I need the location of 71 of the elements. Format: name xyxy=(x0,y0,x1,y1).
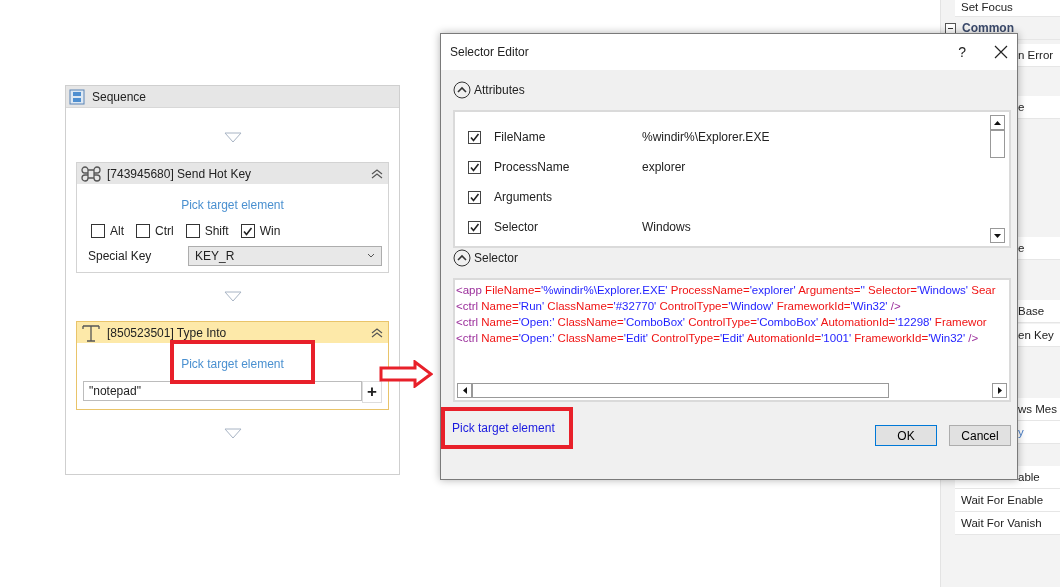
sequence-icon xyxy=(69,88,85,105)
activity-item[interactable]: able xyxy=(1018,471,1040,483)
drop-arrow-icon xyxy=(223,291,242,302)
text-cursor-icon xyxy=(81,323,101,342)
checkbox-label: Shift xyxy=(204,224,229,238)
checkbox[interactable] xyxy=(185,224,200,238)
activity-item[interactable]: y xyxy=(1018,426,1024,438)
command-key-icon xyxy=(81,164,101,183)
selector-line: <app FileName='%windir%\Explorer.EXE' ProcessName='explorer' Arguments='' Selector='Windows' Sear xyxy=(456,283,997,298)
dialog-title: Selector Editor xyxy=(450,45,530,59)
activity-item[interactable]: ws Mes xyxy=(1018,403,1057,415)
section-title: Selector xyxy=(474,251,519,265)
checkbox-label: Alt xyxy=(110,224,124,238)
close-icon xyxy=(994,45,1008,59)
selector-line: <ctrl Name='Open:' ClassName='ComboBox' ControlType='ComboBox' AutomationId='12298' Framewor xyxy=(456,315,988,330)
help-button[interactable]: ? xyxy=(958,44,966,60)
scrollbar[interactable] xyxy=(455,383,1009,400)
pick-target-link[interactable]: Pick target element xyxy=(181,357,284,371)
checkbox[interactable] xyxy=(468,160,481,174)
checkbox-label: Win xyxy=(259,224,281,238)
drop-arrow-icon xyxy=(223,428,242,439)
pick-target-link[interactable]: Pick target element xyxy=(181,198,284,212)
ok-button[interactable]: OK xyxy=(875,425,937,446)
scroll-left-icon xyxy=(457,383,472,398)
chevron-down-icon xyxy=(367,253,375,259)
activity-card[interactable]: [743945680] Send Hot Key Pick target element Alt Ctrl Shift Win Special Key KEY_R xyxy=(76,162,389,273)
activity-item[interactable]: Base xyxy=(1018,305,1045,317)
activity-title: [743945680] Send Hot Key xyxy=(107,166,253,181)
activity-item[interactable]: n Error xyxy=(1018,49,1054,61)
selector-line: <ctrl Name='Run' ClassName='#32770' ControlType='Window' FrameworkId='Win32' /> xyxy=(456,299,902,314)
activity-title: [850523501] Type Into xyxy=(107,325,228,340)
cancel-button[interactable]: Cancel xyxy=(949,425,1011,446)
scroll-right-icon xyxy=(992,383,1007,398)
scroll-thumb[interactable] xyxy=(472,383,889,398)
add-button[interactable]: + xyxy=(362,381,382,403)
category-label: Common xyxy=(962,20,1014,37)
field-label: Special Key xyxy=(87,249,153,263)
collapse-icon[interactable] xyxy=(453,249,471,267)
checkbox[interactable] xyxy=(240,224,255,238)
section-title: Attributes xyxy=(474,83,525,97)
collapse-icon[interactable] xyxy=(945,22,956,34)
scroll-thumb[interactable] xyxy=(990,130,1005,158)
attribute-value: Windows xyxy=(642,220,691,234)
activity-item[interactable]: en Key xyxy=(1018,329,1054,341)
text-field[interactable]: "notepad" xyxy=(83,381,362,401)
attribute-name: Arguments xyxy=(493,190,554,204)
scroll-up-icon xyxy=(990,115,1005,130)
checkbox[interactable] xyxy=(468,130,481,144)
checkbox[interactable] xyxy=(136,224,150,238)
collapse-icon[interactable] xyxy=(453,81,471,99)
activity-card[interactable]: [850523501] Type Into Pick target element "notepad" + xyxy=(76,321,389,410)
checkbox[interactable] xyxy=(468,190,481,204)
collapse-icon xyxy=(370,167,384,180)
sequence-title: Sequence xyxy=(92,89,147,104)
attribute-value: %windir%\Explorer.EXE xyxy=(642,130,770,144)
activity-item[interactable]: e xyxy=(1018,101,1025,113)
selector-line: <ctrl Name='Open:' ClassName='Edit' ControlType='Edit' AutomationId='1001' FrameworkId='Win32' /> xyxy=(456,331,980,346)
checkbox[interactable] xyxy=(91,224,105,238)
drop-arrow-icon xyxy=(223,132,242,143)
attribute-name: ProcessName xyxy=(493,160,571,174)
attribute-value: explorer xyxy=(642,160,686,174)
special-key-dropdown[interactable]: KEY_R xyxy=(188,246,382,266)
activity-item[interactable]: e xyxy=(1018,242,1025,254)
scroll-down-icon xyxy=(990,228,1005,243)
selector-text-area[interactable] xyxy=(453,278,1011,402)
checkbox[interactable] xyxy=(468,220,481,234)
attribute-name: Selector xyxy=(493,220,540,234)
collapse-icon xyxy=(370,326,384,339)
pick-target-link[interactable]: Pick target element xyxy=(452,421,555,435)
attribute-name: FileName xyxy=(493,130,547,144)
checkbox-label: Ctrl xyxy=(155,224,174,238)
